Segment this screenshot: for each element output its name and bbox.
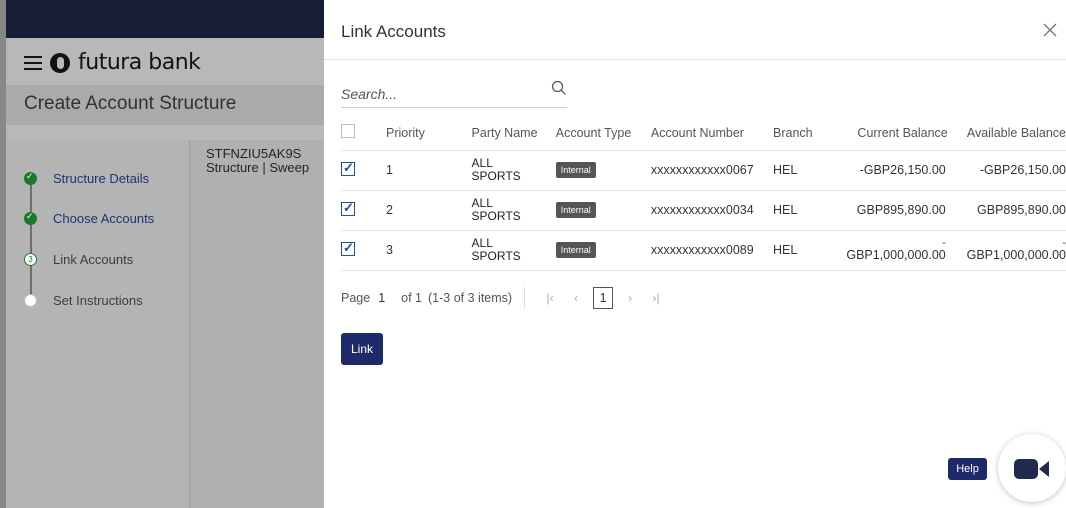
- party-name-cell: ALL SPORTS: [471, 230, 556, 271]
- col-branch[interactable]: Branch: [773, 116, 839, 151]
- table-header-row: Priority Party Name Account Type Account…: [341, 116, 1066, 151]
- col-account-type[interactable]: Account Type: [555, 116, 651, 151]
- step-done-icon: [24, 211, 37, 225]
- branch-cell: HEL: [773, 230, 839, 271]
- step-current-icon: 3: [24, 253, 37, 266]
- pager-divider: [524, 287, 526, 309]
- account-type-badge: Internal: [555, 242, 596, 258]
- account-number-cell: xxxxxxxxxxxx0067: [650, 150, 774, 191]
- page-select[interactable]: 1: [378, 291, 385, 305]
- current-balance-cell: GBP895,890.00: [838, 190, 948, 231]
- modal-header: Link Accounts: [324, 0, 1066, 60]
- col-party-name[interactable]: Party Name: [471, 116, 556, 151]
- account-type-badge: Internal: [555, 162, 596, 178]
- available-balance: -GBP26,150.00: [979, 163, 1066, 177]
- modal-backdrop[interactable]: [0, 0, 324, 508]
- available-balance-cell: - GBP1,000,000.00: [947, 230, 1066, 271]
- pagination: Page 1 of 1 (1-3 of 3 items) |‹ ‹ 1 › ›|: [341, 287, 669, 309]
- account-number-cell: xxxxxxxxxxxx0034: [650, 190, 774, 231]
- row-checkbox[interactable]: [341, 160, 355, 176]
- party-line-1: ALL: [471, 196, 493, 210]
- balance-dash: -: [1062, 237, 1066, 249]
- page-number-button[interactable]: 1: [593, 287, 614, 309]
- party-line-2: SPORTS: [471, 169, 521, 183]
- close-icon[interactable]: [1042, 22, 1058, 38]
- party-line-2: SPORTS: [471, 209, 521, 223]
- current-balance-cell: - GBP1,000,000.00: [838, 230, 948, 271]
- priority-cell: 2: [386, 190, 472, 231]
- search-icon[interactable]: [551, 80, 567, 96]
- help-button[interactable]: Help: [948, 458, 987, 480]
- current-balance: GBP1,000,000.00: [846, 248, 946, 262]
- search-box: [341, 80, 567, 108]
- branch-cell: HEL: [773, 190, 839, 231]
- current-balance: GBP895,890.00: [856, 203, 946, 217]
- backdrop-edge: [0, 0, 6, 508]
- first-page-icon[interactable]: |‹: [537, 291, 563, 305]
- account-type-cell: Internal: [555, 230, 651, 271]
- branch-cell: HEL: [773, 150, 839, 191]
- select-all-cell: [341, 116, 387, 151]
- link-accounts-modal: Link Accounts Priority Party Name Accoun…: [324, 0, 1066, 508]
- account-type-cell: Internal: [555, 150, 651, 191]
- row-select-cell: [341, 230, 387, 271]
- col-account-number[interactable]: Account Number: [650, 116, 774, 151]
- items-count: (1-3 of 3 items): [428, 291, 513, 305]
- page-label: Page: [341, 291, 371, 305]
- account-type-badge: Internal: [555, 202, 596, 218]
- modal-title: Link Accounts: [341, 22, 446, 41]
- link-button[interactable]: Link: [341, 333, 383, 365]
- balance-dash: -: [942, 237, 946, 249]
- row-checkbox[interactable]: [341, 240, 355, 256]
- video-camera-icon: [1014, 459, 1049, 479]
- table-row[interactable]: 3 ALLSPORTS Internal xxxxxxxxxxxx0089 HE…: [341, 230, 1066, 271]
- account-number-cell: xxxxxxxxxxxx0089: [650, 230, 774, 271]
- party-name-cell: ALL SPORTS: [471, 150, 556, 191]
- row-checkbox[interactable]: [341, 200, 355, 216]
- current-balance: -GBP26,150.00: [859, 163, 946, 177]
- available-balance-cell: -GBP26,150.00: [947, 150, 1066, 191]
- col-available-balance[interactable]: Available Balance: [947, 116, 1066, 151]
- step-pending-icon: [24, 294, 37, 307]
- party-line-2: SPORTS: [471, 249, 521, 263]
- party-line-1: ALL: [471, 236, 493, 250]
- col-priority[interactable]: Priority: [386, 116, 472, 151]
- col-current-balance[interactable]: Current Balance: [838, 116, 948, 151]
- select-all-checkbox[interactable]: [341, 124, 355, 139]
- row-select-cell: [341, 190, 387, 231]
- table-row[interactable]: 2 ALLSPORTS Internal xxxxxxxxxxxx0034 HE…: [341, 190, 1066, 231]
- current-balance-cell: -GBP26,150.00: [838, 150, 948, 191]
- last-page-icon[interactable]: ›|: [643, 291, 669, 305]
- priority-cell: 1: [386, 150, 472, 191]
- table-row[interactable]: 1 ALLSPORTS Internal xxxxxxxxxxxx0067 HE…: [341, 150, 1066, 191]
- party-name-cell: ALL SPORTS: [471, 190, 556, 231]
- next-page-icon[interactable]: ›: [617, 291, 643, 305]
- accounts-table: Priority Party Name Account Type Account…: [341, 116, 1066, 271]
- account-type-cell: Internal: [555, 190, 651, 231]
- video-call-button[interactable]: [998, 434, 1066, 502]
- prev-page-icon[interactable]: ‹: [563, 291, 589, 305]
- row-select-cell: [341, 150, 387, 191]
- page-total: of 1: [401, 291, 423, 305]
- available-balance: GBP895,890.00: [977, 203, 1066, 217]
- available-balance-cell: GBP895,890.00: [947, 190, 1066, 231]
- available-balance: GBP1,000,000.00: [966, 248, 1066, 262]
- step-done-icon: [24, 171, 37, 185]
- priority-cell: 3: [386, 230, 472, 271]
- search-input[interactable]: [341, 82, 541, 106]
- party-line-1: ALL: [471, 156, 493, 170]
